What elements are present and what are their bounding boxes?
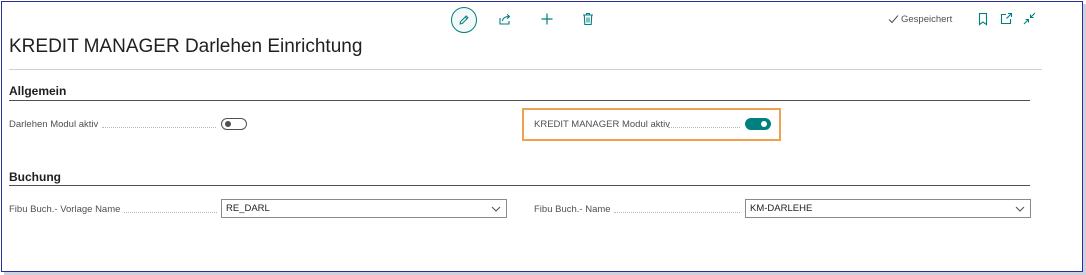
trash-icon [583, 12, 593, 26]
field-leader [668, 127, 740, 128]
field-label-fibu-buch-vorlage-name: Fibu Buch.- Vorlage Name [9, 204, 121, 215]
field-leader [614, 212, 740, 213]
edit-button[interactable] [451, 7, 477, 33]
select-fibu-buch-vorlage-name[interactable]: RE_DARL [221, 199, 507, 218]
toggle-knob [225, 121, 231, 127]
field-leader [124, 212, 217, 213]
title-divider [9, 69, 1042, 70]
collapse-button[interactable] [1023, 12, 1036, 25]
field-label-kredit-manager-modul-aktiv: KREDIT MANAGER Modul aktiv [534, 119, 671, 130]
collapse-icon [1023, 12, 1036, 25]
page-title: KREDIT MANAGER Darlehen Einrichtung [9, 36, 363, 57]
plus-icon [541, 13, 553, 25]
delete-button[interactable] [582, 12, 594, 26]
section-title-allgemein: Allgemein [9, 84, 67, 98]
checkmark-icon [888, 15, 899, 24]
open-new-window-button[interactable] [1000, 12, 1013, 25]
select-fibu-buch-name[interactable]: KM-DARLEHE [745, 199, 1031, 218]
share-button[interactable] [498, 12, 512, 26]
save-status-label: Gespeichert [901, 13, 953, 25]
field-label-fibu-buch-name: Fibu Buch.- Name [534, 204, 611, 215]
select-value: RE_DARL [226, 203, 270, 214]
section-divider-allgemein [9, 100, 1030, 101]
field-label-darlehen-modul-aktiv: Darlehen Modul aktiv [9, 119, 99, 130]
select-value: KM-DARLEHE [750, 203, 813, 214]
bookmark-button[interactable] [978, 12, 988, 26]
bookmark-icon [978, 12, 988, 26]
open-new-window-icon [1000, 12, 1013, 25]
field-leader [102, 127, 216, 128]
pencil-icon [459, 15, 469, 25]
toggle-kredit-manager-modul-aktiv[interactable] [745, 118, 771, 130]
save-status: Gespeichert [888, 12, 952, 26]
toggle-knob [761, 121, 767, 127]
section-title-buchung: Buchung [9, 170, 61, 184]
share-icon [499, 13, 511, 25]
section-divider-buchung [9, 185, 1030, 186]
new-button[interactable] [540, 12, 554, 26]
chevron-down-icon [491, 206, 501, 212]
toggle-darlehen-modul-aktiv[interactable] [221, 118, 247, 130]
chevron-down-icon [1015, 206, 1025, 212]
